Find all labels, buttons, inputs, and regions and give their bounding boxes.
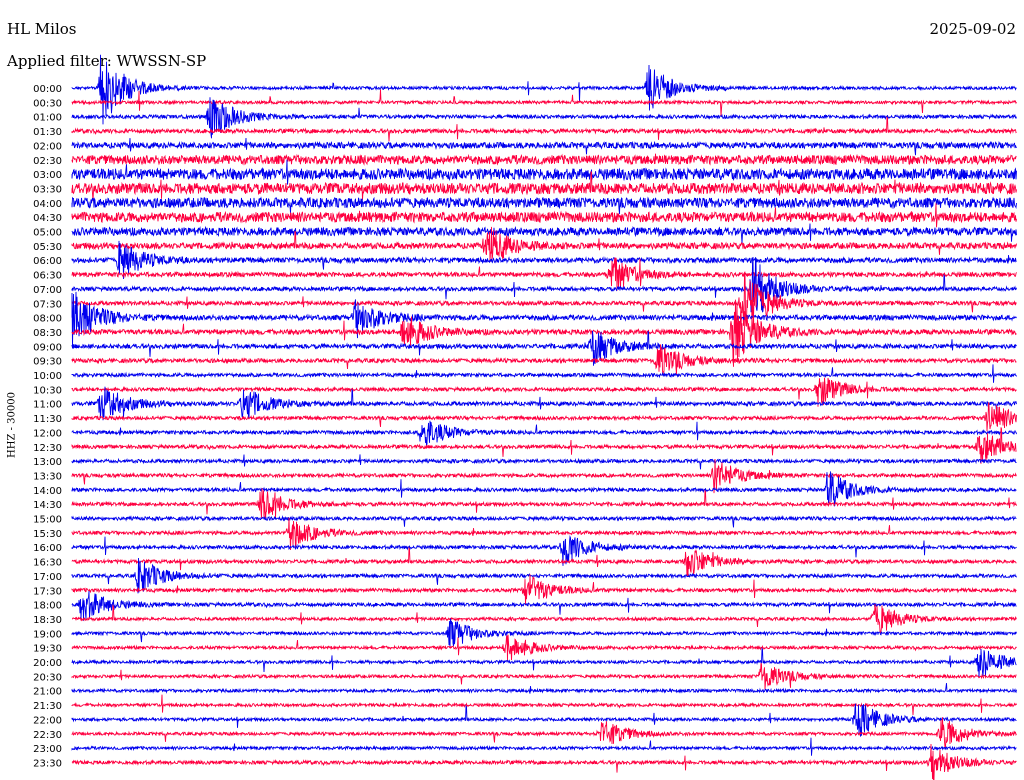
trace-group — [71, 54, 1017, 780]
row-time-label: 13:00 — [33, 457, 62, 468]
row-time-label: 22:00 — [33, 715, 62, 726]
row-time-label: 17:00 — [33, 572, 62, 583]
trace-row-1730 — [71, 574, 1017, 606]
row-time-label: 02:30 — [33, 156, 62, 167]
row-time-label: 00:30 — [33, 98, 62, 109]
helicorder-plot: 00:00 00:30 01:00 01:30 02:00 02:30 03:00 03:30… — [33, 54, 1017, 780]
row-time-label: 04:30 — [33, 213, 62, 224]
trace-row-1900 — [71, 618, 1017, 649]
row-time-label: 02:00 — [33, 141, 62, 152]
row-time-label: 09:30 — [33, 357, 62, 368]
row-time-label: 07:00 — [33, 285, 62, 296]
row-time-label: 19:30 — [33, 644, 62, 655]
row-time-label: 10:00 — [33, 371, 62, 382]
row-time-label: 11:00 — [33, 400, 62, 411]
row-time-label: 00:00 — [33, 84, 62, 95]
trace-row-0400 — [71, 196, 1017, 214]
trace-row-0930 — [71, 344, 1017, 375]
trace-row-0730 — [71, 271, 1017, 326]
row-time-label: 07:30 — [33, 299, 62, 310]
row-time-label: 14:00 — [33, 486, 62, 497]
row-time-label: 23:30 — [33, 758, 62, 769]
trace-row-1500 — [71, 515, 1017, 528]
row-time-label: 05:30 — [33, 242, 62, 253]
trace-row-0230 — [71, 153, 1017, 166]
row-time-label: 13:30 — [33, 471, 62, 482]
row-time-label: 14:30 — [33, 500, 62, 511]
row-time-label: 20:00 — [33, 658, 62, 669]
row-time-label: 08:00 — [33, 314, 62, 325]
trace-row-2130 — [71, 694, 1017, 716]
trace-row-0500 — [71, 223, 1017, 244]
trace-row-1700 — [71, 557, 1017, 594]
row-time-label: 16:00 — [33, 543, 62, 554]
trace-row-1830 — [72, 603, 1017, 635]
time-label-group: 00:00 00:30 01:00 01:30 02:00 02:30 03:00 03:30… — [33, 84, 62, 769]
row-time-label: 10:30 — [33, 385, 62, 396]
row-time-label: 12:00 — [33, 428, 62, 439]
row-time-label: 22:30 — [33, 730, 62, 741]
trace-row-0000 — [71, 54, 1017, 125]
trace-row-0630 — [71, 257, 1017, 291]
row-time-label: 03:00 — [33, 170, 62, 181]
row-time-label: 09:00 — [33, 342, 62, 353]
trace-row-0800 — [71, 291, 1017, 348]
row-time-label: 21:00 — [33, 687, 62, 698]
trace-row-2030 — [71, 663, 1017, 690]
trace-row-0430 — [71, 203, 1017, 228]
row-time-label: 05:00 — [33, 228, 62, 239]
trace-row-0830 — [71, 299, 1017, 367]
trace-row-1100 — [71, 386, 1017, 421]
row-time-label: 01:30 — [33, 127, 62, 138]
row-time-label: 17:30 — [33, 586, 62, 597]
trace-row-2000 — [71, 647, 1017, 677]
row-time-label: 18:00 — [33, 601, 62, 612]
row-time-label: 16:30 — [33, 558, 62, 569]
row-time-label: 18:30 — [33, 615, 62, 626]
row-time-label: 06:00 — [33, 256, 62, 267]
row-time-label: 12:30 — [33, 443, 62, 454]
trace-row-1200 — [71, 420, 1017, 447]
row-time-label: 03:30 — [33, 184, 62, 195]
trace-row-1300 — [71, 454, 1017, 470]
row-time-label: 15:00 — [33, 515, 62, 526]
trace-row-2100 — [71, 683, 1017, 694]
trace-row-0130 — [71, 115, 1017, 142]
row-time-label: 15:30 — [33, 529, 62, 540]
trace-row-1930 — [71, 634, 1017, 661]
trace-row-0200 — [71, 137, 1017, 156]
row-time-label: 19:00 — [33, 629, 62, 640]
row-time-label: 08:30 — [33, 328, 62, 339]
row-time-label: 21:30 — [33, 701, 62, 712]
row-time-label: 06:30 — [33, 271, 62, 282]
row-time-label: 04:00 — [33, 199, 62, 210]
trace-row-1630 — [71, 546, 1017, 578]
trace-row-1130 — [71, 401, 1017, 432]
row-time-label: 11:30 — [33, 414, 62, 425]
row-time-label: 23:00 — [33, 744, 62, 755]
row-time-label: 20:30 — [33, 672, 62, 683]
row-time-label: 01:00 — [33, 113, 62, 124]
trace-row-2300 — [71, 737, 1017, 756]
trace-row-1330 — [71, 458, 1017, 494]
trace-row-1000 — [71, 364, 1017, 383]
